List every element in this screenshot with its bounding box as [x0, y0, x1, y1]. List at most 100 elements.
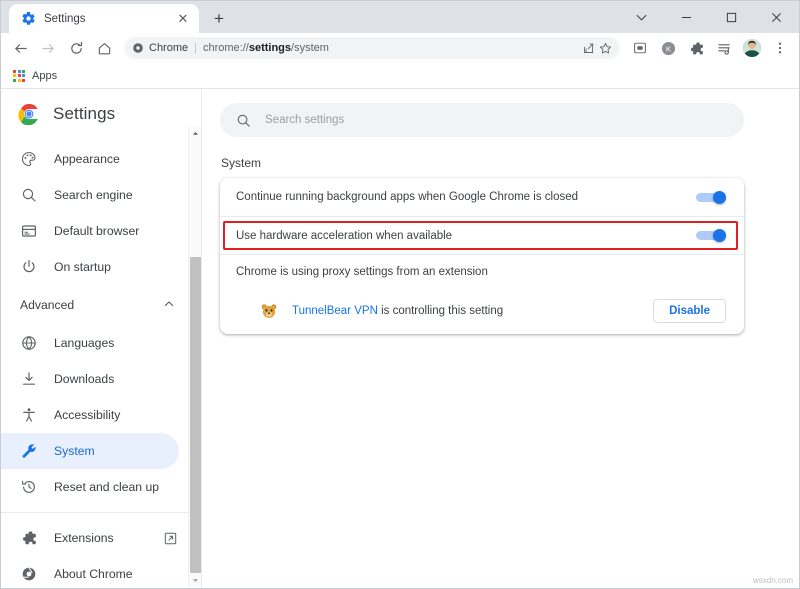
- sidebar-item-label: System: [54, 444, 95, 458]
- sidebar-item-label: Languages: [54, 336, 115, 350]
- apps-grid-icon: [13, 69, 25, 82]
- omnibox-chip-label: Chrome: [149, 42, 189, 54]
- sidebar-item-label: Extensions: [54, 531, 114, 545]
- sidebar-item-extensions[interactable]: Extensions: [1, 520, 179, 556]
- sidebar-item-search-engine[interactable]: Search engine: [1, 177, 179, 213]
- setting-label: Continue running background apps when Go…: [236, 191, 579, 203]
- omnibox-chrome-chip: Chrome: [132, 42, 188, 54]
- sidebar-divider: [1, 512, 201, 513]
- scroll-down-arrow-icon[interactable]: [189, 574, 201, 587]
- setting-row-hardware-acceleration[interactable]: Use hardware acceleration when available: [220, 216, 744, 254]
- settings-main-panel: System Continue running background apps …: [202, 89, 799, 587]
- search-input[interactable]: [265, 114, 728, 126]
- url-prefix: chrome://: [202, 42, 249, 54]
- hardware-acceleration-toggle[interactable]: [696, 229, 726, 242]
- extension-control-suffix: is controlling this setting: [377, 305, 504, 317]
- search-settings-wrap: [202, 89, 799, 137]
- sidebar-section-advanced[interactable]: Advanced: [1, 285, 201, 325]
- download-icon: [20, 371, 37, 388]
- share-icon[interactable]: [582, 42, 595, 55]
- search-icon: [237, 114, 250, 127]
- sidebar-item-system[interactable]: System: [1, 433, 179, 469]
- tab-settings[interactable]: Settings ✕: [9, 4, 199, 33]
- sidebar-item-on-startup[interactable]: On startup: [1, 249, 179, 285]
- page-content: Settings Appearance Search engine Defaul…: [1, 89, 799, 587]
- star-icon[interactable]: [599, 42, 612, 55]
- kaspersky-extension-icon[interactable]: K: [655, 35, 681, 61]
- sidebar-item-downloads[interactable]: Downloads: [1, 361, 179, 397]
- settings-gear-icon: [22, 11, 35, 25]
- scroll-up-arrow-icon[interactable]: [189, 127, 201, 140]
- sidebar-scrollbar[interactable]: [188, 127, 201, 587]
- scrollbar-thumb[interactable]: [190, 257, 201, 573]
- reload-button[interactable]: [63, 35, 89, 61]
- sidebar-item-reset-and-clean-up[interactable]: Reset and clean up: [1, 469, 179, 505]
- browser-toolbar: Chrome | chrome://settings/system K: [1, 33, 799, 63]
- extension-name-link[interactable]: TunnelBear VPN: [292, 305, 378, 317]
- sidebar-item-languages[interactable]: Languages: [1, 325, 179, 361]
- toggle-knob: [713, 229, 726, 242]
- home-button[interactable]: [91, 35, 117, 61]
- power-icon: [20, 259, 37, 276]
- bookmark-item-apps[interactable]: Apps: [32, 70, 57, 82]
- forward-button[interactable]: [35, 35, 61, 61]
- omnibox-separator: |: [194, 42, 197, 54]
- media-cast-icon[interactable]: [627, 35, 653, 61]
- back-button[interactable]: [7, 35, 33, 61]
- omnibox-url: chrome://settings/system: [203, 42, 329, 54]
- avatar-image: [743, 39, 761, 57]
- sidebar-item-label: Reset and clean up: [54, 480, 160, 494]
- setting-row-background-apps[interactable]: Continue running background apps when Go…: [220, 178, 744, 216]
- svg-text:K: K: [665, 44, 670, 53]
- sidebar-item-label: Accessibility: [54, 408, 121, 422]
- settings-sidebar: Settings Appearance Search engine Defaul…: [1, 89, 202, 587]
- wrench-icon: [20, 443, 37, 460]
- toggle-knob: [713, 190, 726, 204]
- system-settings-card: Continue running background apps when Go…: [220, 178, 744, 334]
- close-button[interactable]: [754, 1, 799, 33]
- tunnelbear-bear-icon: [261, 304, 277, 318]
- palette-icon: [20, 151, 37, 168]
- background-apps-toggle[interactable]: [696, 190, 726, 204]
- tab-strip: Settings ✕ +: [1, 1, 799, 33]
- settings-brand: Settings: [1, 89, 201, 139]
- url-suffix: /system: [291, 42, 329, 54]
- omnibox-actions: [582, 42, 612, 55]
- sidebar-nav: Appearance Search engine Default browser: [1, 139, 201, 587]
- address-bar[interactable]: Chrome | chrome://settings/system: [124, 37, 620, 59]
- sidebar-item-label: Downloads: [54, 372, 115, 386]
- chrome-logo-icon: [18, 103, 40, 125]
- chrome-info-icon: [133, 43, 143, 53]
- info-chrome-icon: [20, 566, 37, 583]
- search-icon: [20, 187, 37, 204]
- restore-icon: [20, 479, 37, 496]
- accessibility-icon: [20, 407, 37, 424]
- bookmarks-bar: Apps: [1, 63, 799, 89]
- profile-avatar[interactable]: [739, 35, 765, 61]
- extension-control-row: TunnelBear VPN is controlling this setti…: [220, 288, 744, 334]
- watermark: wsxdn.com: [752, 576, 793, 585]
- browser-window-icon: [20, 223, 37, 240]
- new-tab-button[interactable]: +: [205, 4, 233, 32]
- reading-list-icon[interactable]: [711, 35, 737, 61]
- tab-close-icon[interactable]: ✕: [175, 11, 191, 27]
- sidebar-item-label: On startup: [54, 260, 111, 274]
- sidebar-item-label: Search engine: [54, 188, 133, 202]
- extension-control-text: TunnelBear VPN is controlling this setti…: [292, 305, 639, 317]
- section-title-system: System: [221, 156, 262, 170]
- sidebar-item-label: About Chrome: [54, 567, 133, 581]
- sidebar-item-label: Appearance: [54, 152, 120, 166]
- search-settings-box[interactable]: [220, 103, 744, 137]
- minimize-button[interactable]: [664, 1, 709, 33]
- sidebar-item-default-browser[interactable]: Default browser: [1, 213, 179, 249]
- sidebar-item-appearance[interactable]: Appearance: [1, 141, 179, 177]
- chrome-menu-icon[interactable]: [767, 35, 793, 61]
- sidebar-item-about-chrome[interactable]: About Chrome: [1, 556, 179, 587]
- sidebar-item-accessibility[interactable]: Accessibility: [1, 397, 179, 433]
- maximize-button[interactable]: [709, 1, 754, 33]
- browser-window: Settings ✕ + Chrome | chrome://settings/…: [0, 0, 800, 589]
- disable-button[interactable]: Disable: [653, 299, 726, 323]
- extensions-puzzle-icon[interactable]: [683, 35, 709, 61]
- tab-search-button[interactable]: [619, 1, 664, 33]
- advanced-label: Advanced: [20, 298, 75, 312]
